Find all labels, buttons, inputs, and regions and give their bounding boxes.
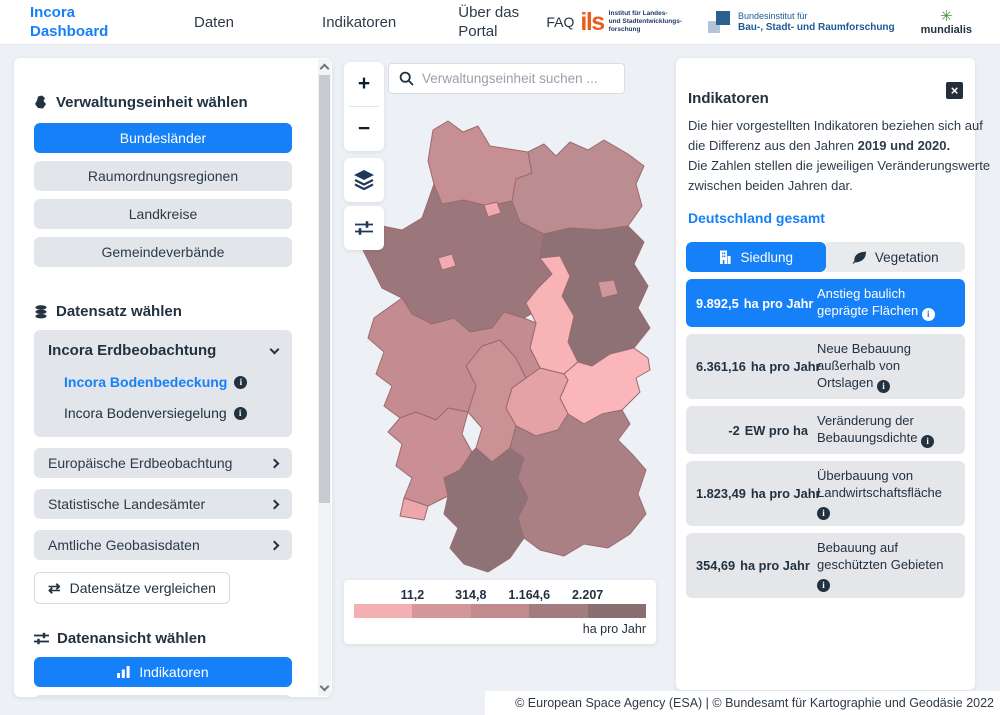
zoom-in-button[interactable]: + (344, 62, 384, 106)
legend-tick-labels: 11,2 314,8 1.164,6 2.207 (354, 588, 646, 603)
bbsr-logo[interactable]: Bundesinstitut für Bau-, Stadt- und Raum… (708, 11, 895, 33)
dataset-item-incora-bodenbedeckung[interactable]: Incora Bodenbedeckung (48, 374, 278, 390)
zoom-out-button[interactable]: − (344, 107, 384, 151)
region-link-deutschland-gesamt[interactable]: Deutschland gesamt (688, 210, 825, 226)
info-icon[interactable] (922, 308, 935, 321)
germany-map-icon (34, 95, 48, 110)
brand-logo[interactable]: Incora Dashboard (30, 3, 116, 41)
bbsr-squares-icon (708, 11, 730, 33)
ils-logo[interactable]: ils Institut für Landes- und Stadtentwic… (580, 10, 682, 34)
admin-button-gemeindeverbaende[interactable]: Gemeindeverbände (34, 237, 292, 267)
leaf-icon (852, 251, 867, 264)
mundialis-logo[interactable]: ✳ mundialis (921, 9, 972, 36)
building-icon (718, 250, 732, 264)
ils-logo-text: Institut für Landes- und Stadtentwicklun… (609, 10, 682, 34)
indicator-row-neue-bebauung[interactable]: 6.361,16ha pro Jahr Neue Bebauung außerh… (686, 334, 965, 399)
panel-description: Die hier vorgestellten Indikatoren bezie… (688, 116, 965, 196)
top-nav: Incora Dashboard Daten Indikatoren Über … (0, 0, 1000, 45)
tab-siedlung[interactable]: Siedlung (686, 242, 826, 272)
chevron-right-icon (270, 540, 280, 550)
dataset-group-statistische-landesaemter[interactable]: Statistische Landesämter (34, 489, 292, 519)
nav-link-faq[interactable]: FAQ (546, 14, 574, 30)
indicator-row-geschuetzte-gebiete[interactable]: 354,69ha pro Jahr Bebauung auf geschützt… (686, 533, 965, 598)
layers-icon (352, 169, 376, 191)
nav-link-daten[interactable]: Daten (194, 14, 234, 31)
mundialis-star-icon: ✳ (940, 9, 953, 24)
view-button-indikatoren[interactable]: Indikatoren (34, 657, 292, 687)
sidebar-scrollbar[interactable] (318, 59, 331, 696)
info-icon[interactable] (817, 507, 830, 520)
indicator-tabs: Siedlung Vegetation (686, 242, 965, 272)
scroll-down-icon[interactable] (320, 682, 330, 692)
left-sidebar: Verwaltungseinheit wählen Bundesländer R… (14, 58, 332, 697)
bbsr-logo-text: Bundesinstitut für Bau-, Stadt- und Raum… (738, 11, 895, 33)
scroll-up-icon[interactable] (320, 64, 330, 74)
state-mecklenburg-vorpommern[interactable] (512, 140, 644, 234)
info-icon[interactable] (817, 579, 830, 592)
admin-button-raumordnungsregionen[interactable]: Raumordnungsregionen (34, 161, 292, 191)
search-input[interactable] (422, 71, 614, 86)
database-icon (34, 305, 48, 319)
indicator-row-anstieg-baulich[interactable]: 9.892,5ha pro Jahr Anstieg baulich geprä… (686, 279, 965, 327)
dataset-section-heading: Datensatz wählen (34, 303, 292, 320)
zoom-control: + − (344, 62, 384, 151)
ils-wordmark: ils (580, 12, 603, 32)
info-icon[interactable] (921, 435, 934, 448)
nav-logos: FAQ ils Institut für Landes- und Stadten… (546, 9, 1000, 36)
indicator-row-ueberbauung-landwirtschaft[interactable]: 1.823,49ha pro Jahr Überbauung von Landw… (686, 461, 965, 526)
panel-title: Indikatoren (688, 90, 965, 107)
view-section-heading: Datenansicht wählen (34, 630, 292, 647)
close-icon[interactable]: × (946, 82, 963, 99)
indicator-row-bebauungsdichte[interactable]: -2EW pro ha Veränderung der Bebauungsdic… (686, 406, 965, 454)
chevron-right-icon (270, 458, 280, 468)
layers-button[interactable] (344, 158, 384, 202)
info-icon[interactable] (877, 380, 890, 393)
map-settings-button[interactable] (344, 206, 384, 250)
view-button-partial[interactable] (34, 695, 292, 697)
nav-link-ueber-das-portal[interactable]: Über das Portal (458, 3, 522, 41)
dataset-accordion: Incora Erdbeobachtung Incora Bodenbedeck… (34, 330, 292, 437)
chevron-right-icon (270, 499, 280, 509)
germany-choropleth-map (338, 116, 668, 586)
bar-chart-icon (117, 666, 130, 678)
dataset-group-amtliche-geobasisdaten[interactable]: Amtliche Geobasisdaten (34, 530, 292, 560)
dataset-item-incora-bodenversiegelung[interactable]: Incora Bodenversiegelung (48, 405, 278, 421)
admin-button-bundeslaender[interactable]: Bundesländer (34, 123, 292, 153)
legend-unit-label: ha pro Jahr (354, 622, 646, 636)
dataset-group-europaeische-erdbeobachtung[interactable]: Europäische Erdbeobachtung (34, 448, 292, 478)
map-search (388, 63, 625, 94)
info-icon[interactable] (234, 407, 247, 420)
compare-datasets-button[interactable]: ⇄ Datensätze vergleichen (34, 572, 230, 604)
search-icon (399, 71, 414, 86)
indicators-panel: × Indikatoren Die hier vorgestellten Ind… (676, 58, 975, 690)
compare-arrows-icon: ⇄ (48, 581, 61, 596)
map-legend: 11,2 314,8 1.164,6 2.207 ha pro Jahr (344, 580, 656, 644)
nav-links: Daten Indikatoren Über das Portal (194, 3, 522, 41)
admin-button-landkreise[interactable]: Landkreise (34, 199, 292, 229)
chevron-down-icon (270, 344, 280, 354)
tab-vegetation[interactable]: Vegetation (826, 242, 966, 272)
nav-link-indikatoren[interactable]: Indikatoren (322, 14, 396, 31)
sliders-icon (354, 220, 374, 236)
info-icon[interactable] (234, 376, 247, 389)
legend-color-ramp (354, 604, 646, 618)
admin-section-heading: Verwaltungseinheit wählen (34, 94, 292, 111)
sliders-icon (34, 632, 49, 645)
scrollbar-thumb[interactable] (319, 75, 330, 503)
accordion-header-incora-erdbeobachtung[interactable]: Incora Erdbeobachtung (48, 342, 278, 359)
map-attribution: © European Space Agency (ESA) | © Bundes… (485, 691, 1000, 715)
